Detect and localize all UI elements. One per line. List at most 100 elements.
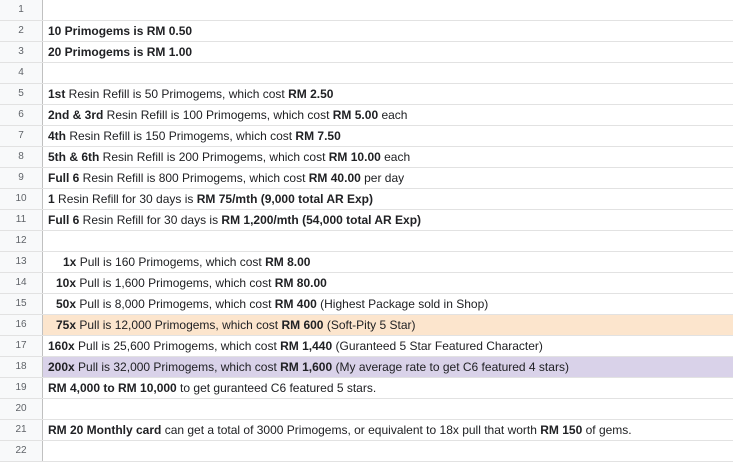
cell-text[interactable]: Full 6 Resin Refill is 800 Primogems, wh… [43, 168, 733, 188]
cell-text[interactable]: 1st Resin Refill is 50 Primogems, which … [43, 84, 733, 104]
plain-text: Resin Refill is 800 Primogems, which cos… [79, 171, 309, 185]
cell-text[interactable]: 200x Pull is 32,000 Primogems, which cos… [43, 357, 733, 377]
bold-text: 20 Primogems is RM 1.00 [48, 45, 193, 59]
cell-text[interactable] [43, 399, 733, 419]
cell-text[interactable]: RM 20 Monthly card can get a total of 30… [43, 420, 733, 440]
table-row: 2 10 Primogems is RM 0.50 [0, 21, 733, 42]
row-number[interactable]: 22 [0, 441, 43, 461]
row-number[interactable]: 19 [0, 378, 43, 398]
cell-text[interactable]: 75x Pull is 12,000 Primogems, which cost… [43, 315, 733, 335]
bold-text: RM 20 Monthly card [48, 423, 162, 437]
table-row: 22 [0, 441, 733, 462]
row-number[interactable]: 14 [0, 273, 43, 293]
row-number[interactable]: 11 [0, 210, 43, 230]
row-number[interactable]: 20 [0, 399, 43, 419]
bold-text: 4th [48, 129, 66, 143]
cell-text[interactable] [43, 231, 733, 251]
row-number[interactable]: 10 [0, 189, 43, 209]
table-row: 1 [0, 0, 733, 21]
table-row: 8 5th & 6th Resin Refill is 200 Primogems… [0, 147, 733, 168]
row-number[interactable]: 8 [0, 147, 43, 167]
row-number[interactable]: 2 [0, 21, 43, 41]
cell-text[interactable] [43, 0, 733, 20]
cell-text[interactable]: 50x Pull is 8,000 Primogems, which cost … [43, 294, 733, 314]
table-row: 4 [0, 63, 733, 84]
row-number[interactable]: 18 [0, 357, 43, 377]
bold-text: Full 6 [48, 171, 80, 185]
plain-text: (Highest Package sold in Shop) [316, 297, 489, 311]
cell-text[interactable]: 5th & 6th Resin Refill is 200 Primogems,… [43, 147, 733, 167]
table-row: 18 200x Pull is 32,000 Primogems, which c… [0, 357, 733, 378]
bold-text: RM 1,440 [280, 339, 333, 353]
plain-text: each [380, 150, 411, 164]
row-number[interactable]: 7 [0, 126, 43, 146]
cell-text[interactable] [43, 63, 733, 83]
plain-text: Pull is 1,600 Primogems, which cost [76, 276, 275, 290]
row-number[interactable]: 4 [0, 63, 43, 83]
table-row: 16 75x Pull is 12,000 Primogems, which co… [0, 315, 733, 336]
table-row: 15 50x Pull is 8,000 Primogems, which cos… [0, 294, 733, 315]
cell-text[interactable]: 10 Primogems is RM 0.50 [43, 21, 733, 41]
cell-text[interactable]: 4th Resin Refill is 150 Primogems, which… [43, 126, 733, 146]
bold-text: 75x [56, 318, 77, 332]
bold-text: 160x [48, 339, 75, 353]
row-number[interactable]: 5 [0, 84, 43, 104]
table-row: 9 Full 6 Resin Refill is 800 Primogems, w… [0, 168, 733, 189]
bold-text: 5th & 6th [48, 150, 100, 164]
bold-text: RM 5.00 [332, 108, 379, 122]
bold-text: 50x [56, 297, 77, 311]
row-number[interactable]: 21 [0, 420, 43, 440]
cell-text[interactable]: 160x Pull is 25,600 Primogems, which cos… [43, 336, 733, 356]
table-row: 3 20 Primogems is RM 1.00 [0, 42, 733, 63]
cell-text[interactable]: 1x Pull is 160 Primogems, which cost RM … [43, 252, 733, 272]
cell-text[interactable] [43, 441, 733, 461]
bold-text: 2nd & 3rd [48, 108, 104, 122]
row-number[interactable]: 9 [0, 168, 43, 188]
table-row: 5 1st Resin Refill is 50 Primogems, which… [0, 84, 733, 105]
plain-text: Resin Refill is 100 Primogems, which cos… [103, 108, 333, 122]
plain-text: of gems. [582, 423, 632, 437]
bold-text: RM 4,000 to RM 10,000 [48, 381, 177, 395]
row-number[interactable]: 6 [0, 105, 43, 125]
plain-text: Pull is 32,000 Primogems, which cost [74, 360, 281, 374]
row-number[interactable]: 3 [0, 42, 43, 62]
cell-text[interactable]: RM 4,000 to RM 10,000 to get guranteed C… [43, 378, 733, 398]
row-number[interactable]: 16 [0, 315, 43, 335]
table-row: 10 1 Resin Refill for 30 days is RM 75/mt… [0, 189, 733, 210]
bold-text: 1 [48, 192, 55, 206]
cell-text[interactable]: Full 6 Resin Refill for 30 days is RM 1,… [43, 210, 733, 230]
cell-text[interactable]: 1 Resin Refill for 30 days is RM 75/mth … [43, 189, 733, 209]
bold-text: 10x [56, 276, 77, 290]
plain-text: Pull is 8,000 Primogems, which cost [76, 297, 275, 311]
cell-text[interactable]: 10x Pull is 1,600 Primogems, which cost … [43, 273, 733, 293]
table-row: 21 RM 20 Monthly card can get a total of … [0, 420, 733, 441]
table-row: 17 160x Pull is 25,600 Primogems, which c… [0, 336, 733, 357]
plain-text: Pull is 25,600 Primogems, which cost [74, 339, 281, 353]
row-number[interactable]: 13 [0, 252, 43, 272]
bold-text: RM 400 [274, 297, 317, 311]
plain-text: per day [360, 171, 405, 185]
cell-text[interactable]: 2nd & 3rd Resin Refill is 100 Primogems,… [43, 105, 733, 125]
row-number[interactable]: 15 [0, 294, 43, 314]
row-number[interactable]: 17 [0, 336, 43, 356]
bold-text: 1st [48, 87, 66, 101]
plain-text: (Soft-Pity 5 Star) [323, 318, 416, 332]
row-number[interactable]: 1 [0, 0, 43, 20]
bold-text: RM 7.50 [295, 129, 341, 143]
table-row: 20 [0, 399, 733, 420]
plain-text: Resin Refill for 30 days is [54, 192, 197, 206]
bold-text: RM 40.00 [308, 171, 361, 185]
spreadsheet-grid: 1 2 10 Primogems is RM 0.50 3 20 Primogems i… [0, 0, 733, 462]
table-row: 11 Full 6 Resin Refill for 30 days is RM … [0, 210, 733, 231]
bold-text: RM 8.00 [265, 255, 311, 269]
bold-text: 200x [48, 360, 75, 374]
bold-text: RM 1,600 [280, 360, 333, 374]
plain-text: Pull is 160 Primogems, which cost [76, 255, 266, 269]
table-row: 19 RM 4,000 to RM 10,000 to get guranteed… [0, 378, 733, 399]
table-row: 12 [0, 231, 733, 252]
bold-text: RM 10.00 [328, 150, 381, 164]
row-number[interactable]: 12 [0, 231, 43, 251]
table-row: 14 10x Pull is 1,600 Primogems, which cos… [0, 273, 733, 294]
bold-text: 10 Primogems is RM 0.50 [48, 24, 193, 38]
cell-text[interactable]: 20 Primogems is RM 1.00 [43, 42, 733, 62]
